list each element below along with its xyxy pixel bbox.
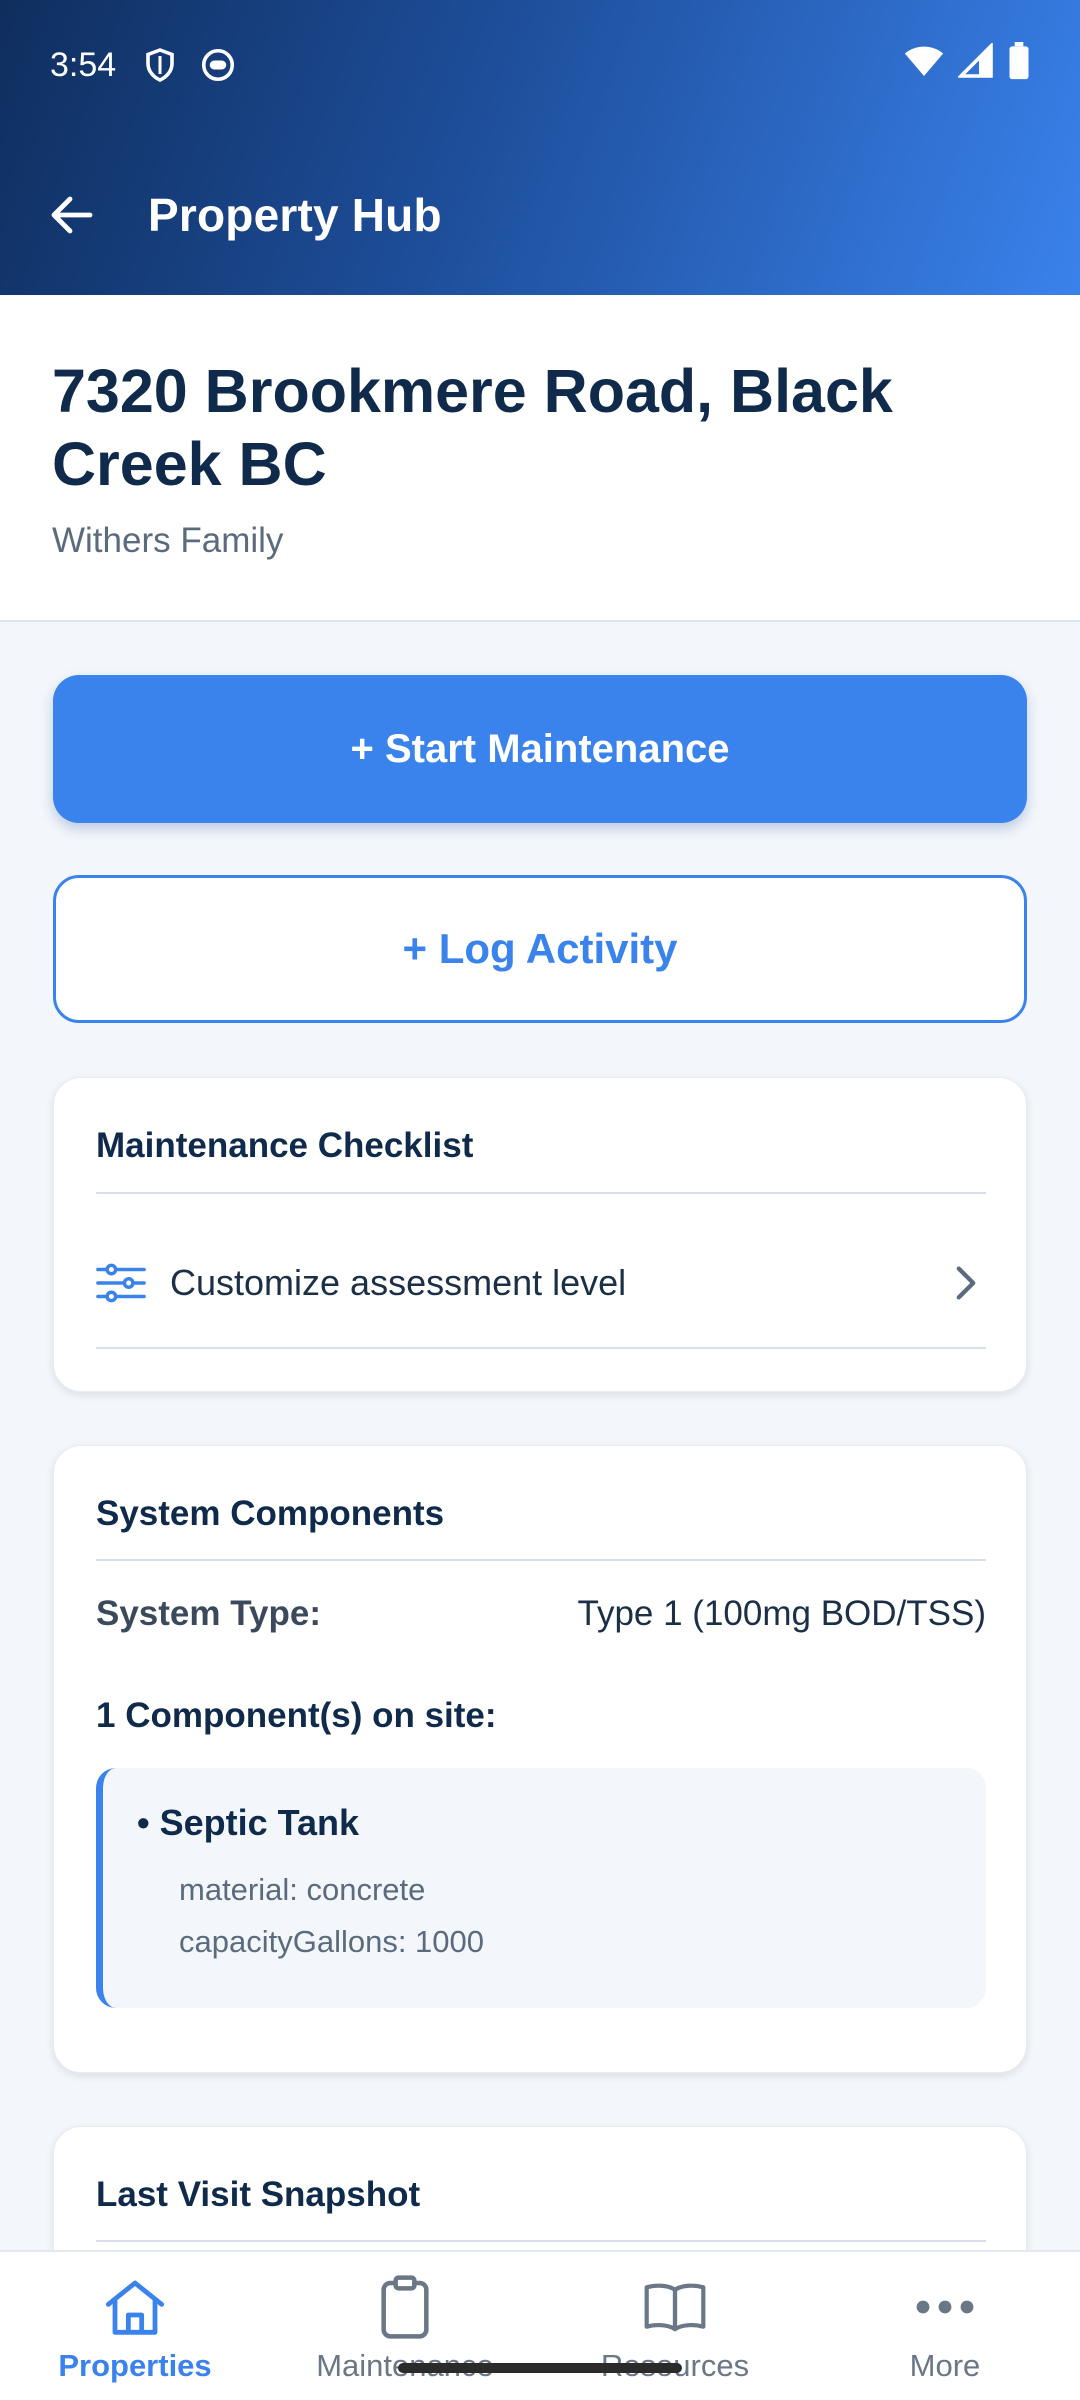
home-icon — [102, 2274, 168, 2340]
status-bar: 3:54 — [0, 0, 1080, 130]
snapshot-title: Last Visit Snapshot — [96, 2175, 421, 2214]
sliders-icon — [96, 1257, 148, 1309]
component-count: 1 Component(s) on site: — [96, 1696, 497, 1735]
book-icon — [642, 2274, 708, 2340]
battery-icon — [1008, 41, 1030, 89]
components-title: System Components — [96, 1494, 445, 1533]
arrow-left-icon[interactable] — [44, 187, 100, 243]
divider — [96, 1192, 986, 1194]
more-dots-icon — [912, 2274, 978, 2340]
nav-resources[interactable]: Resources — [540, 2252, 810, 2400]
customize-assessment-label: Customize assessment level — [170, 1262, 627, 1303]
system-type-label: System Type: — [96, 1594, 321, 1633]
nav-more-label: More — [909, 2348, 981, 2383]
nav-properties-label: Properties — [58, 2348, 212, 2383]
status-time: 3:54 — [50, 45, 117, 84]
property-header: 7320 Brookmere Road, Black Creek BC With… — [0, 295, 1080, 622]
divider — [96, 2240, 986, 2242]
component-attribute: capacityGallons: 1000 — [179, 1924, 485, 1959]
component-attribute: material: concrete — [179, 1872, 426, 1907]
start-maintenance-button[interactable]: + Start Maintenance — [53, 675, 1027, 823]
bottom-navigation: Properties Maintenance Resources More — [0, 2250, 1080, 2400]
nav-maintenance[interactable]: Maintenance — [270, 2252, 540, 2400]
nav-properties[interactable]: Properties — [0, 2252, 270, 2400]
property-address: 7320 Brookmere Road, Black Creek BC — [52, 357, 893, 498]
divider — [96, 1559, 986, 1561]
page-title: Property Hub — [148, 189, 442, 241]
divider — [96, 1347, 986, 1349]
signal-icon — [956, 41, 994, 88]
customize-assessment-row[interactable]: Customize assessment level — [96, 1223, 986, 1343]
log-activity-button[interactable]: + Log Activity — [53, 875, 1027, 1023]
component-name: • Septic Tank — [137, 1802, 359, 1843]
system-components-card: System Components System Type: Type 1 (1… — [53, 1445, 1027, 2073]
toolbar: Property Hub — [0, 160, 1080, 270]
face-icon — [200, 47, 236, 83]
maintenance-checklist-card: Maintenance Checklist Customize assessme… — [53, 1077, 1027, 1392]
clipboard-icon — [372, 2274, 438, 2340]
nav-more[interactable]: More — [810, 2252, 1080, 2400]
checklist-title: Maintenance Checklist — [96, 1126, 474, 1165]
chevron-right-icon — [946, 1263, 986, 1303]
app-header: 3:54 Property Hub — [0, 0, 1080, 295]
system-type-row: System Type: Type 1 (100mg BOD/TSS) — [96, 1594, 986, 1634]
component-item: • Septic Tank material: concrete capacit… — [96, 1768, 986, 2008]
wifi-icon — [904, 43, 944, 88]
home-indicator[interactable] — [398, 2363, 682, 2373]
system-type-value: Type 1 (100mg BOD/TSS) — [577, 1594, 986, 1633]
property-owner: Withers Family — [52, 521, 284, 560]
shield-icon — [142, 47, 178, 83]
